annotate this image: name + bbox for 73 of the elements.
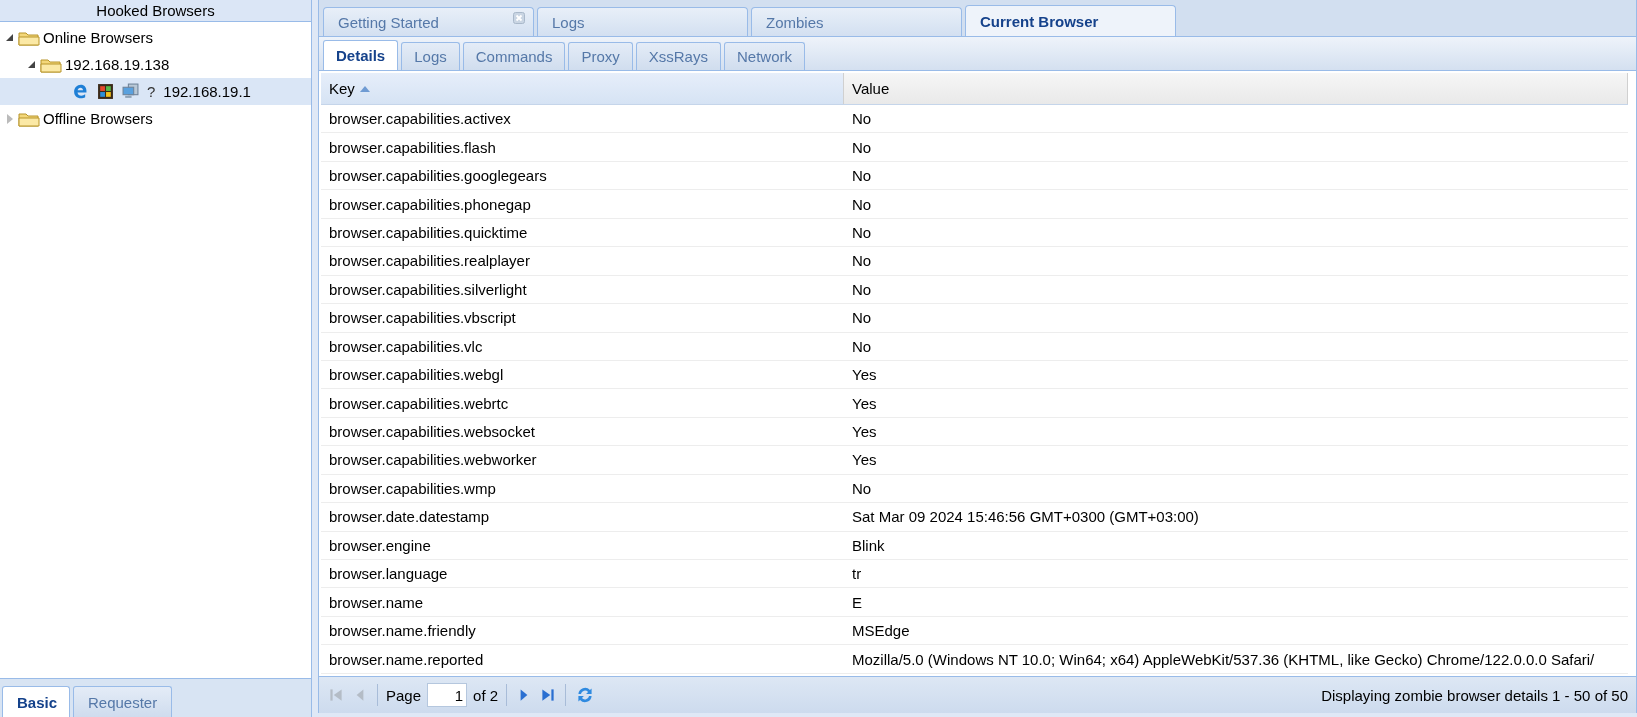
table-cell-text: MSEdge — [851, 621, 911, 642]
table-cell-text: No — [851, 109, 873, 130]
panel-title: Hooked Browsers — [0, 0, 311, 22]
table-cell-text: E — [851, 592, 863, 613]
table-cell-text: tr — [851, 564, 863, 585]
tree-item[interactable]: 192.168.19.138 — [0, 51, 311, 78]
table-cell-text: browser.capabilities.silverlight — [328, 279, 528, 300]
table-cell-text: browser.name — [328, 592, 425, 613]
windows-logo-icon — [97, 83, 114, 100]
page-number-field[interactable]: 1 — [427, 683, 468, 707]
table-cell-text: browser.name.friendly — [328, 621, 477, 642]
tab[interactable]: Logs — [401, 42, 460, 70]
table-cell-text: browser.capabilities.webrtc — [328, 393, 510, 414]
table-cell-text: No — [851, 251, 873, 272]
table-cell-text: No — [851, 137, 873, 158]
tab[interactable]: Proxy — [568, 42, 633, 70]
browser-e-icon — [72, 83, 89, 100]
table-cell-text: browser.capabilities.vlc — [328, 336, 484, 357]
tree-item[interactable]: Offline Browsers — [0, 105, 311, 132]
table-cell-text: browser.date.datestamp — [328, 507, 491, 528]
column-header[interactable]: Value — [844, 73, 1628, 104]
table-cell-text: browser.capabilities.googlegears — [328, 166, 548, 187]
table-cell-text: No — [851, 336, 873, 357]
sort-ascending-icon — [359, 85, 370, 92]
page-count: of 2 — [473, 686, 499, 704]
table-cell-text: browser.language — [328, 564, 449, 585]
tab[interactable]: Details — [323, 40, 399, 70]
folder-icon — [18, 29, 40, 46]
table-cell-text: Blink — [851, 535, 886, 556]
table-cell-text: browser.capabilities.webgl — [328, 365, 505, 386]
column-header[interactable]: Key — [321, 73, 844, 104]
table-cell-text: browser.capabilities.vbscript — [328, 308, 517, 329]
tab[interactable]: Network — [723, 42, 805, 70]
table-cell-text: browser.capabilities.realplayer — [328, 251, 531, 272]
table-cell-text: Sat Mar 09 2024 15:46:56 GMT+0300 (GMT+03:00) — [851, 507, 1200, 528]
paging-status: Displaying zombie browser details 1 - 50 of 50 — [1321, 686, 1628, 704]
table-cell-text: No — [851, 308, 873, 329]
table-cell-text: browser.capabilities.webworker — [328, 450, 538, 471]
folder-icon — [18, 110, 40, 127]
computer-icon — [122, 83, 139, 100]
first-page-icon[interactable] — [327, 686, 345, 704]
table-cell-text: browser.name.reported — [328, 649, 485, 670]
status-glyph: ? — [147, 83, 156, 100]
page-label: Page — [386, 686, 422, 704]
folder-icon — [40, 56, 62, 73]
tab[interactable]: Commands — [462, 42, 566, 70]
table-cell-text: Yes — [851, 393, 878, 414]
table-cell-text: browser.capabilities.wmp — [328, 478, 497, 499]
tab[interactable]: Zombies — [751, 7, 962, 36]
table-cell-text: Yes — [851, 450, 878, 471]
table-cell-text: browser.engine — [328, 535, 432, 556]
table-cell-text: browser.capabilities.activex — [328, 109, 512, 130]
table-cell-text: No — [851, 478, 873, 499]
close-icon[interactable] — [513, 12, 525, 24]
table-cell-text: Yes — [851, 422, 878, 443]
table-cell-text: No — [851, 222, 873, 243]
tab[interactable]: Basic — [2, 686, 70, 717]
tab[interactable]: Current Browser — [965, 5, 1176, 36]
tree-item[interactable]: ? 192.168.19.1 — [0, 78, 311, 105]
tree-item[interactable]: Online Browsers — [0, 24, 311, 51]
table-cell-text: browser.capabilities.flash — [328, 137, 497, 158]
table-cell-text: No — [851, 194, 873, 215]
tab[interactable]: Logs — [537, 7, 748, 36]
table-cell-text: browser.capabilities.websocket — [328, 422, 536, 443]
tab[interactable]: Getting Started — [323, 7, 534, 36]
table-cell-text: No — [851, 279, 873, 300]
table-cell-text: browser.capabilities.quicktime — [328, 222, 529, 243]
table-cell-text: Mozilla/5.0 (Windows NT 10.0; Win64; x64) AppleWebKit/537.36 (KHTML, like Gecko) Chrome/122.0.0.0 Safari/ — [851, 649, 1596, 670]
table-cell-text: No — [851, 166, 873, 187]
tab[interactable]: Requester — [73, 686, 173, 717]
table-cell-text: browser.capabilities.phonegap — [328, 194, 532, 215]
tab[interactable]: XssRays — [635, 42, 721, 70]
table-cell-text: Yes — [851, 365, 878, 386]
